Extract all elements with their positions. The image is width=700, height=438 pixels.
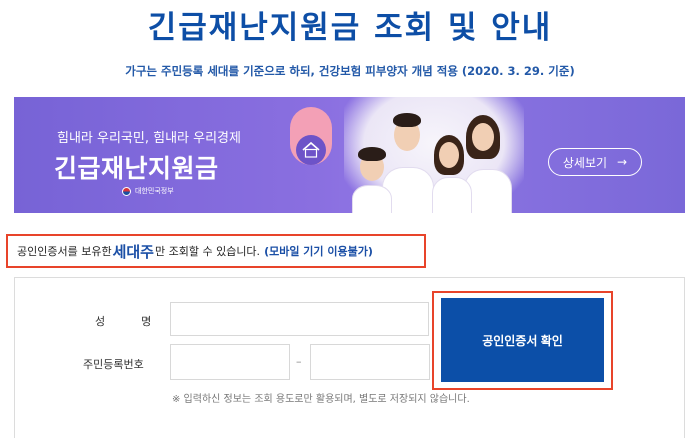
family-illustration xyxy=(344,97,524,213)
detail-button-label: 상세보기 xyxy=(562,155,608,170)
rrn-front-field[interactable] xyxy=(170,344,290,380)
rrn-back-field[interactable] xyxy=(310,344,430,380)
name-field[interactable] xyxy=(170,302,429,336)
rrn-separator: – xyxy=(296,355,302,368)
promo-banner[interactable]: 힘내라 우리국민, 힘내라 우리경제 긴급재난지원금 대한민국정부 상세보기 → xyxy=(14,97,685,213)
notice-highlight: 세대주 xyxy=(112,242,154,261)
detail-view-button[interactable]: 상세보기 → xyxy=(548,148,642,176)
banner-tagline: 힘내라 우리국민, 힘내라 우리경제 xyxy=(57,131,241,146)
taegeuk-emblem-icon xyxy=(122,186,131,196)
page-subtitle: 가구는 주민등록 세대를 기준으로 하되, 건강보험 피부양자 개념 적용 (2… xyxy=(125,64,575,78)
house-icon xyxy=(296,135,326,165)
rrn-label: 주민등록번호 xyxy=(83,358,144,371)
home-badge xyxy=(290,107,332,165)
government-logo: 대한민국정부 xyxy=(122,186,174,196)
notice-prefix: 공인인증서를 보유한 xyxy=(17,245,112,258)
privacy-note: ※ 입력하신 정보는 조회 용도로만 활용되며, 별도로 저장되지 않습니다. xyxy=(172,394,470,405)
eligibility-notice: 공인인증서를 보유한 세대주 만 조회할 수 있습니다. (모바일 기기 이용불… xyxy=(6,234,426,268)
mobile-restriction-note: (모바일 기기 이용불가) xyxy=(264,245,373,258)
government-label: 대한민국정부 xyxy=(135,187,174,195)
banner-headline: 긴급재난지원금 xyxy=(54,154,219,183)
notice-suffix: 만 조회할 수 있습니다. xyxy=(154,245,261,258)
arrow-right-icon: → xyxy=(617,155,628,169)
page-title: 긴급재난지원금 조회 및 안내 xyxy=(147,10,553,46)
certificate-confirm-button[interactable]: 공인인증서 확인 xyxy=(441,298,604,382)
